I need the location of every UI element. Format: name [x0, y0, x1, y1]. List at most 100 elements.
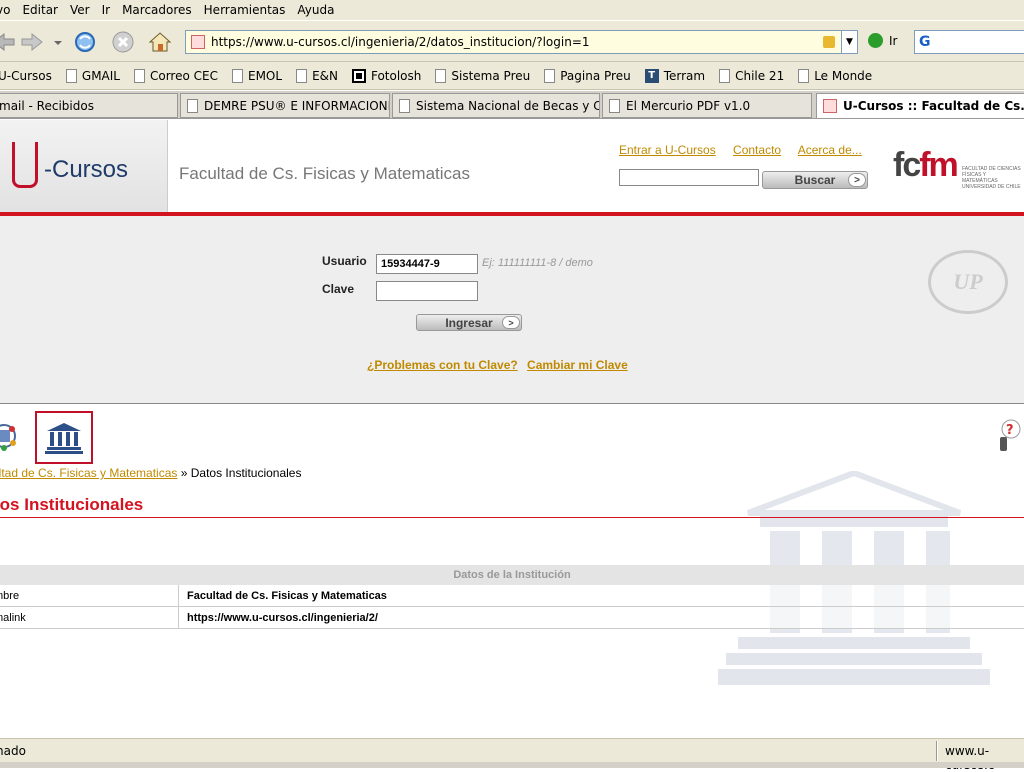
menu-help[interactable]: Ayuda: [297, 3, 334, 17]
tab-label: DEMRE PSU® E INFORMACIONES: [204, 98, 390, 113]
help-icon[interactable]: ?: [996, 419, 1022, 455]
page-icon: [609, 98, 620, 113]
chevron-right-icon: >: [848, 173, 866, 187]
main-content: ? ultad de Cs. Fisicas y Matematicas » D…: [0, 405, 1024, 738]
page-icon: [399, 98, 410, 113]
header-links: Entrar a U-Cursos Contacto Acerca de...: [619, 143, 876, 157]
table-cell-key: mbre: [0, 585, 179, 606]
bookmark-pagina-preu[interactable]: Pagina Preu: [544, 68, 631, 83]
table-row: mbre Facultad de Cs. Fisicas y Matematic…: [0, 585, 1024, 607]
bookmark-emol[interactable]: EMOL: [231, 68, 282, 83]
bookmark-label: U-Cursos: [0, 68, 52, 83]
bookmarks-toolbar: U-Cursos GMAIL Correo CEC EMOL E&N Fotol…: [0, 62, 1024, 90]
institution-button[interactable]: [35, 411, 93, 464]
fcfm-logo-subtitle: FACULTAD DE CIENCIAS FÍSICAS Y MATEMÁTIC…: [962, 166, 1021, 190]
bookmark-sistema-preu[interactable]: Sistema Preu: [435, 68, 530, 83]
tab-mercurio[interactable]: El Mercurio PDF v1.0: [602, 93, 812, 118]
contact-link[interactable]: Contacto: [733, 143, 781, 157]
bookmark-terram[interactable]: T Terram: [644, 68, 706, 83]
logo-u-mark: [12, 142, 38, 188]
menu-bar: vo Editar Ver Ir Marcadores Herramientas…: [0, 0, 1024, 20]
bookmark-u-cursos[interactable]: U-Cursos: [0, 69, 52, 83]
home-icon[interactable]: [147, 29, 173, 55]
page-icon: [133, 68, 145, 83]
login-button[interactable]: Ingresar >: [416, 314, 522, 331]
menu-edit[interactable]: Editar: [22, 3, 58, 17]
status-text: nado: [0, 744, 26, 758]
user-input[interactable]: 15934447-9: [376, 254, 478, 274]
u-cursos-logo[interactable]: -Cursos: [0, 120, 168, 212]
reload-icon[interactable]: [72, 29, 98, 55]
bookmark-fotolosh[interactable]: Fotolosh: [351, 68, 421, 83]
up-seal-logo: UP: [928, 250, 1008, 314]
status-separator: [936, 741, 938, 761]
history-dropdown-icon[interactable]: [53, 29, 63, 55]
search-button[interactable]: Buscar >: [762, 171, 868, 189]
table-cell-value: Facultad de Cs. Fisicas y Matematicas: [187, 589, 387, 602]
search-engine-input[interactable]: G: [914, 30, 1024, 54]
back-arrow-icon[interactable]: [0, 29, 16, 55]
table-row: malink https://www.u-cursos.cl/ingenieri…: [0, 607, 1024, 629]
password-input[interactable]: [376, 281, 478, 301]
table-cell-key: malink: [0, 607, 179, 628]
tab-label: U-Cursos :: Facultad de Cs. F...: [843, 99, 1024, 113]
institution-data-table: Datos de la Institución mbre Facultad de…: [0, 565, 1024, 629]
site-favicon-icon: [191, 35, 205, 49]
page-icon: [65, 68, 77, 83]
password-label: Clave: [322, 282, 355, 296]
google-icon[interactable]: G: [919, 34, 931, 50]
login-link[interactable]: Entrar a U-Cursos: [619, 143, 716, 157]
tab-label: El Mercurio PDF v1.0: [626, 98, 751, 113]
page-icon: [719, 68, 731, 83]
stop-icon[interactable]: [110, 29, 136, 55]
tab-label: mail - Recibidos: [0, 98, 94, 113]
tab-u-cursos[interactable]: U-Cursos :: Facultad de Cs. F...: [816, 93, 1024, 118]
tab-mail[interactable]: mail - Recibidos: [0, 93, 178, 118]
bookmark-correo-cec[interactable]: Correo CEC: [133, 68, 218, 83]
bookmark-label: Pagina Preu: [560, 68, 631, 83]
page-icon: [231, 68, 243, 83]
site-header: -Cursos Facultad de Cs. Fisicas y Matema…: [0, 120, 1024, 212]
bookmark-gmail[interactable]: GMAIL: [65, 68, 120, 83]
site-search-input[interactable]: [619, 169, 759, 186]
menu-tools[interactable]: Herramientas: [204, 3, 286, 17]
table-header: Datos de la Institución: [0, 565, 1024, 585]
bookmark-en[interactable]: E&N: [296, 68, 338, 83]
status-bar: nado www.u-cursos.c: [0, 738, 1024, 772]
bookmark-le-monde[interactable]: Le Monde: [798, 68, 872, 83]
about-link[interactable]: Acerca de...: [798, 143, 862, 157]
site-favicon-icon: [823, 99, 837, 113]
page-icon: [296, 68, 308, 83]
bookmark-chile-21[interactable]: Chile 21: [719, 68, 784, 83]
page-title: tos Institucionales: [0, 495, 144, 514]
address-bar[interactable]: https://www.u-cursos.cl/ingenieria/2/dat…: [185, 30, 858, 54]
bookmark-label: Terram: [663, 68, 706, 83]
change-password-link[interactable]: Cambiar mi Clave: [527, 358, 628, 372]
search-button-label: Buscar: [794, 173, 836, 187]
faculty-title: Facultad de Cs. Fisicas y Matematicas: [179, 164, 470, 183]
web-page: -Cursos Facultad de Cs. Fisicas y Matema…: [0, 120, 1024, 738]
forward-arrow-icon[interactable]: [20, 29, 46, 55]
user-label: Usuario: [322, 254, 367, 268]
go-arrow-icon: [868, 33, 883, 48]
institution-building-icon: [45, 422, 83, 454]
tab-demre[interactable]: DEMRE PSU® E INFORMACIONES: [180, 93, 390, 118]
padlock-icon[interactable]: [823, 36, 835, 48]
user-hint: Ej: 111111111-8 / demo: [482, 257, 593, 269]
go-label: Ir: [889, 33, 898, 48]
breadcrumb-current: » Datos Institucionales: [177, 466, 302, 480]
go-button[interactable]: Ir: [868, 33, 897, 48]
menu-go[interactable]: Ir: [102, 3, 110, 17]
menu-file[interactable]: vo: [0, 3, 10, 17]
menu-bookmarks[interactable]: Marcadores: [122, 3, 192, 17]
modules-cube-icon[interactable]: [0, 419, 22, 453]
breadcrumb-faculty-link[interactable]: ultad de Cs. Fisicas y Matematicas: [0, 466, 177, 480]
taskbar-strip: [0, 762, 1024, 768]
tab-becas[interactable]: Sistema Nacional de Becas y Cr...: [392, 93, 600, 118]
bookmark-label: E&N: [312, 68, 338, 83]
chevron-down-icon[interactable]: ▼: [841, 31, 857, 53]
address-url[interactable]: https://www.u-cursos.cl/ingenieria/2/dat…: [211, 35, 823, 49]
password-problems-link[interactable]: ¿Problemas con tu Clave?: [367, 358, 518, 372]
navigation-toolbar: https://www.u-cursos.cl/ingenieria/2/dat…: [0, 20, 1024, 62]
menu-view[interactable]: Ver: [70, 3, 90, 17]
